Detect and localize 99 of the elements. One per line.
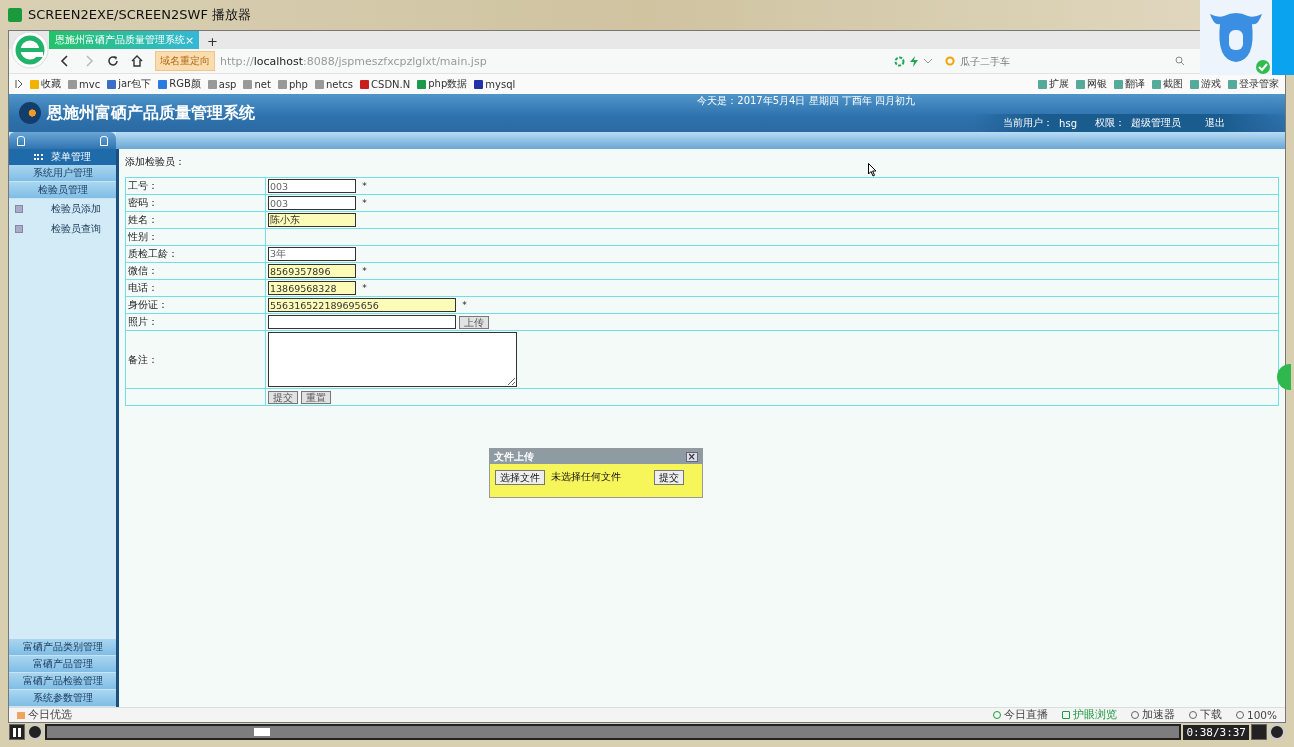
- logout-link[interactable]: 退出: [1205, 116, 1225, 130]
- choose-file-button[interactable]: 选择文件: [495, 470, 545, 485]
- new-tab-button[interactable]: +: [199, 34, 226, 49]
- field-label: 备注：: [128, 353, 158, 365]
- date-text: 今天是：2017年5月4日 星期四 丁酉年 四月初九: [697, 94, 915, 108]
- reload-icon[interactable]: [107, 55, 119, 67]
- toolbar-item[interactable]: 登录管家: [1228, 77, 1279, 91]
- required-mark: *: [362, 198, 367, 208]
- time-text: 0:38/3:37: [1183, 724, 1249, 740]
- home-icon[interactable]: [131, 55, 143, 67]
- close-button[interactable]: ×: [685, 451, 698, 462]
- status-item[interactable]: 下载: [1188, 708, 1222, 722]
- text-field[interactable]: 13869568328: [268, 281, 356, 295]
- system-title: 恩施州富硒产品质量管理系统: [47, 102, 255, 124]
- text-field[interactable]: 8569357896: [268, 264, 356, 278]
- status-item[interactable]: 加速器: [1130, 708, 1175, 722]
- text-field[interactable]: 3年: [268, 247, 356, 261]
- user-info-label: 当前用户：: [1003, 116, 1054, 130]
- bookmark-item[interactable]: php数据: [417, 77, 468, 91]
- toolbar-item[interactable]: 截图: [1152, 77, 1183, 91]
- cursor-icon: [868, 163, 877, 177]
- bookmark-item[interactable]: 收藏: [30, 77, 61, 91]
- lightning-icon[interactable]: [910, 55, 918, 67]
- search-icon[interactable]: [1175, 56, 1185, 66]
- pause-button[interactable]: [9, 724, 25, 740]
- sidebar-toggle-icon[interactable]: [15, 79, 23, 89]
- search-engine-icon: [945, 55, 956, 67]
- status-item[interactable]: 护眼浏览: [1061, 708, 1117, 722]
- toolbar-item[interactable]: 翻译: [1114, 77, 1145, 91]
- user-info-value: 超级管理员: [1131, 116, 1181, 130]
- sidebar-item[interactable]: 检验员查询: [51, 222, 101, 236]
- required-mark: *: [362, 181, 367, 191]
- bookmark-item[interactable]: net: [243, 78, 271, 90]
- window-title: SCREEN2EXE/SCREEN2SWF 播放器: [28, 6, 251, 24]
- mute-button[interactable]: [27, 724, 43, 740]
- sidebar-section[interactable]: 富硒产品类别管理: [9, 639, 116, 656]
- form-button[interactable]: 重置: [301, 390, 331, 404]
- upload-button[interactable]: 上传: [459, 315, 490, 329]
- field-label: 身份证：: [128, 299, 168, 310]
- text-field[interactable]: 556316522189695656: [268, 298, 456, 312]
- user-info-label: 权限：: [1095, 116, 1125, 130]
- text-field[interactable]: 陈小东: [268, 213, 356, 227]
- security-icon[interactable]: [894, 55, 905, 67]
- form-title: 添加检验员：: [125, 155, 186, 169]
- status-item[interactable]: 今日直播: [992, 708, 1048, 722]
- required-mark: *: [362, 266, 367, 276]
- toolbar-item[interactable]: 网银: [1076, 77, 1107, 91]
- toolbar-item[interactable]: 扩展: [1038, 77, 1069, 91]
- bookmark-item[interactable]: asp: [207, 78, 237, 90]
- text-field[interactable]: 003: [268, 196, 356, 210]
- status-item[interactable]: 100%: [1235, 709, 1277, 721]
- file-status-text: 未选择任何文件: [551, 471, 621, 484]
- sidebar-section[interactable]: 检验员管理: [9, 182, 116, 199]
- sidebar-section[interactable]: 系统用户管理: [9, 165, 116, 182]
- user-info-value: hsg: [1059, 117, 1077, 129]
- file-path-field[interactable]: [268, 315, 456, 329]
- gift-icon: [17, 711, 25, 719]
- info-button[interactable]: [1269, 724, 1285, 740]
- field-label: 照片：: [128, 316, 158, 327]
- field-label: 质检工龄：: [128, 248, 178, 259]
- app-logo-icon: [8, 8, 22, 22]
- menu-icon: [34, 154, 43, 160]
- text-field[interactable]: 003: [268, 179, 356, 193]
- bookmark-item[interactable]: mysql: [474, 78, 516, 90]
- field-label: 电话：: [128, 282, 158, 293]
- field-label: 姓名：: [128, 214, 158, 225]
- required-mark: *: [462, 300, 467, 310]
- required-mark: *: [362, 283, 367, 293]
- toolbar-item[interactable]: 游戏: [1190, 77, 1221, 91]
- field-label: 微信：: [128, 265, 158, 276]
- bullet-icon: [15, 205, 23, 213]
- menu-header-text: 菜单管理: [51, 150, 91, 164]
- bookmark-item[interactable]: CSDN.N: [360, 78, 411, 90]
- form-button[interactable]: 提交: [268, 390, 298, 404]
- bookmark-item[interactable]: netcs: [314, 78, 354, 90]
- search-field[interactable]: 瓜子二手车: [960, 53, 1171, 69]
- dropdown-icon[interactable]: [923, 57, 933, 65]
- bookmark-item[interactable]: php: [277, 78, 308, 90]
- status-item[interactable]: 今日优选: [17, 708, 72, 722]
- submit-button[interactable]: 提交: [654, 470, 684, 485]
- url-text[interactable]: http://localhost:8088/jspmeszfxcpzlglxt/main.jsp: [220, 54, 487, 68]
- sidebar-section[interactable]: 富硒产品检验管理: [9, 673, 116, 690]
- sidebar-item[interactable]: 检验员添加: [51, 202, 101, 216]
- progress-thumb[interactable]: [254, 728, 271, 736]
- field-label: 性别：: [128, 231, 158, 242]
- bookmark-item[interactable]: RGB颜: [158, 77, 201, 91]
- field-label: 密码：: [128, 197, 158, 208]
- pin-icon: [17, 135, 25, 146]
- system-logo-icon: [19, 102, 41, 124]
- bookmark-item[interactable]: jar包下: [107, 77, 152, 91]
- sidebar-section[interactable]: 富硒产品管理: [9, 656, 116, 673]
- back-icon[interactable]: [59, 55, 71, 67]
- sidebar-section[interactable]: 系统参数管理: [9, 690, 116, 707]
- notes-field[interactable]: [268, 332, 517, 387]
- bookmark-item[interactable]: mvc: [68, 78, 101, 90]
- dialog-title: 文件上传: [494, 449, 534, 464]
- bullet-icon: [15, 225, 23, 233]
- field-label: 工号：: [128, 180, 158, 191]
- pin-icon: [100, 135, 108, 146]
